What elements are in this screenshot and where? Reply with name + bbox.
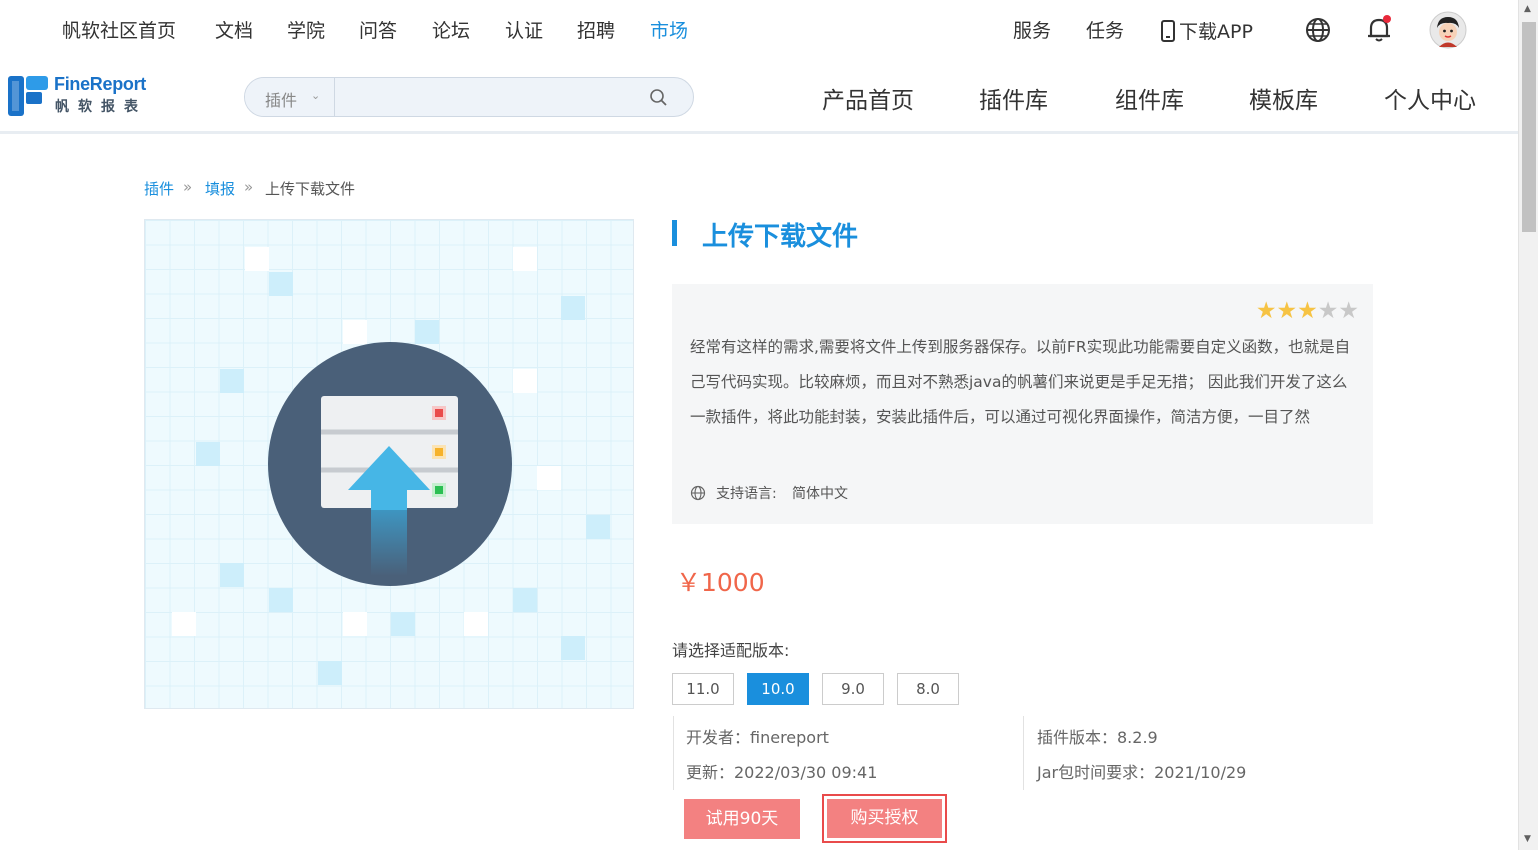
nav-template-library[interactable]: 模板库 <box>1249 81 1318 115</box>
nav-qa[interactable]: 问答 <box>359 16 397 43</box>
meta-jar-requirement: Jar包时间要求：2021/10/29 <box>1037 763 1247 782</box>
meta-plugin-version: 插件版本：8.2.9 <box>1037 728 1158 747</box>
nav-product-home[interactable]: 产品首页 <box>822 81 914 115</box>
nav-service[interactable]: 服务 <box>1013 16 1051 43</box>
buy-license-button[interactable]: 购买授权 <box>822 794 947 843</box>
bell-icon[interactable] <box>1366 14 1394 44</box>
version-option-8[interactable]: 8.0 <box>897 673 959 705</box>
scroll-down-arrow[interactable]: ▼ <box>1524 834 1531 844</box>
phone-icon <box>1161 20 1175 42</box>
search-input[interactable] <box>337 80 637 114</box>
nav-certification[interactable]: 认证 <box>505 16 543 43</box>
nav-forum[interactable]: 论坛 <box>432 16 470 43</box>
meta-updated: 更新：2022/03/30 09:41 <box>686 763 878 782</box>
logo-subtitle: 帆软报表 <box>55 99 147 115</box>
scroll-up-arrow[interactable]: ▲ <box>1524 4 1531 14</box>
nav-component-library[interactable]: 组件库 <box>1115 81 1184 115</box>
finereport-logo[interactable]: FineReport 帆软报表 <box>8 74 158 118</box>
chevron-down-icon: ⌄ <box>311 89 321 102</box>
nav-community-home[interactable]: 帆软社区首页 <box>62 16 176 43</box>
nav-tasks[interactable]: 任务 <box>1086 16 1124 43</box>
nav-jobs[interactable]: 招聘 <box>577 16 615 43</box>
star-filled-icon: ★ <box>1255 298 1277 324</box>
plugin-description-panel: ★★★★★ 经常有这样的需求,需要将文件上传到服务器保存。以前FR实现此功能需要… <box>672 284 1373 524</box>
version-option-11[interactable]: 11.0 <box>672 673 734 705</box>
plugin-title: 上传下载文件 <box>702 222 859 252</box>
search-scope-dropdown[interactable]: 插件 ⌄ <box>245 78 335 116</box>
page-scrollbar[interactable]: ▲ ▼ <box>1518 0 1538 850</box>
breadcrumb-filling[interactable]: 填报 <box>205 178 235 199</box>
nav-market[interactable]: 市场 <box>650 16 688 43</box>
star-filled-icon: ★ <box>1276 298 1298 324</box>
search-scope-label: 插件 <box>265 91 298 110</box>
nav-download-app[interactable]: 下载APP <box>1160 16 1253 44</box>
plugin-cover-image <box>144 219 634 709</box>
nav-plugin-library[interactable]: 插件库 <box>979 81 1048 115</box>
nav-personal-center[interactable]: 个人中心 <box>1384 81 1476 115</box>
star-empty-icon: ★ <box>1338 298 1359 324</box>
breadcrumb-plugins[interactable]: 插件 <box>144 178 174 199</box>
star-empty-icon: ★ <box>1317 298 1339 324</box>
version-option-9[interactable]: 9.0 <box>822 673 884 705</box>
breadcrumb-separator: » <box>183 178 193 196</box>
language-value: 简体中文 <box>792 486 848 502</box>
top-navigation: 帆软社区首页 文档 学院 问答 论坛 认证 招聘 市场 服务 任务 下载APP <box>0 0 1518 60</box>
plugin-price: ￥1000 <box>676 568 765 597</box>
breadcrumb-separator: » <box>244 178 254 196</box>
star-filled-icon: ★ <box>1297 298 1318 324</box>
version-option-10[interactable]: 10.0 <box>747 673 809 705</box>
globe-icon[interactable] <box>1305 17 1331 43</box>
nav-docs[interactable]: 文档 <box>215 16 253 43</box>
globe-icon <box>690 485 706 501</box>
title-accent-bar <box>672 220 677 246</box>
nav-academy[interactable]: 学院 <box>287 16 325 43</box>
version-select-label: 请选择适配版本: <box>672 641 790 660</box>
meta-divider <box>1023 716 1024 790</box>
rating-stars: ★★★★★ <box>1256 298 1359 324</box>
upload-illustration <box>268 342 512 586</box>
scrollbar-thumb[interactable] <box>1522 22 1536 232</box>
trial-button[interactable]: 试用90天 <box>684 799 800 839</box>
avatar[interactable] <box>1429 11 1467 49</box>
search-bar: 插件 ⌄ <box>244 77 694 117</box>
finereport-logo-mark <box>8 76 48 116</box>
meta-divider <box>673 716 674 790</box>
logo-brand-text: FineReport <box>54 74 147 94</box>
plugin-description: 经常有这样的需求,需要将文件上传到服务器保存。以前FR实现此功能需要自定义函数，… <box>690 338 1351 426</box>
site-header: FineReport 帆软报表 插件 ⌄ 产品首页 插件库 组件库 模板库 个人… <box>0 60 1518 134</box>
meta-developer: 开发者：finereport <box>686 728 829 747</box>
buy-license-label: 购买授权 <box>827 799 942 838</box>
language-label: 支持语言: <box>716 486 777 502</box>
breadcrumb-current: 上传下载文件 <box>265 180 356 198</box>
search-icon[interactable] <box>649 88 669 108</box>
download-app-label: 下载APP <box>1179 21 1253 43</box>
